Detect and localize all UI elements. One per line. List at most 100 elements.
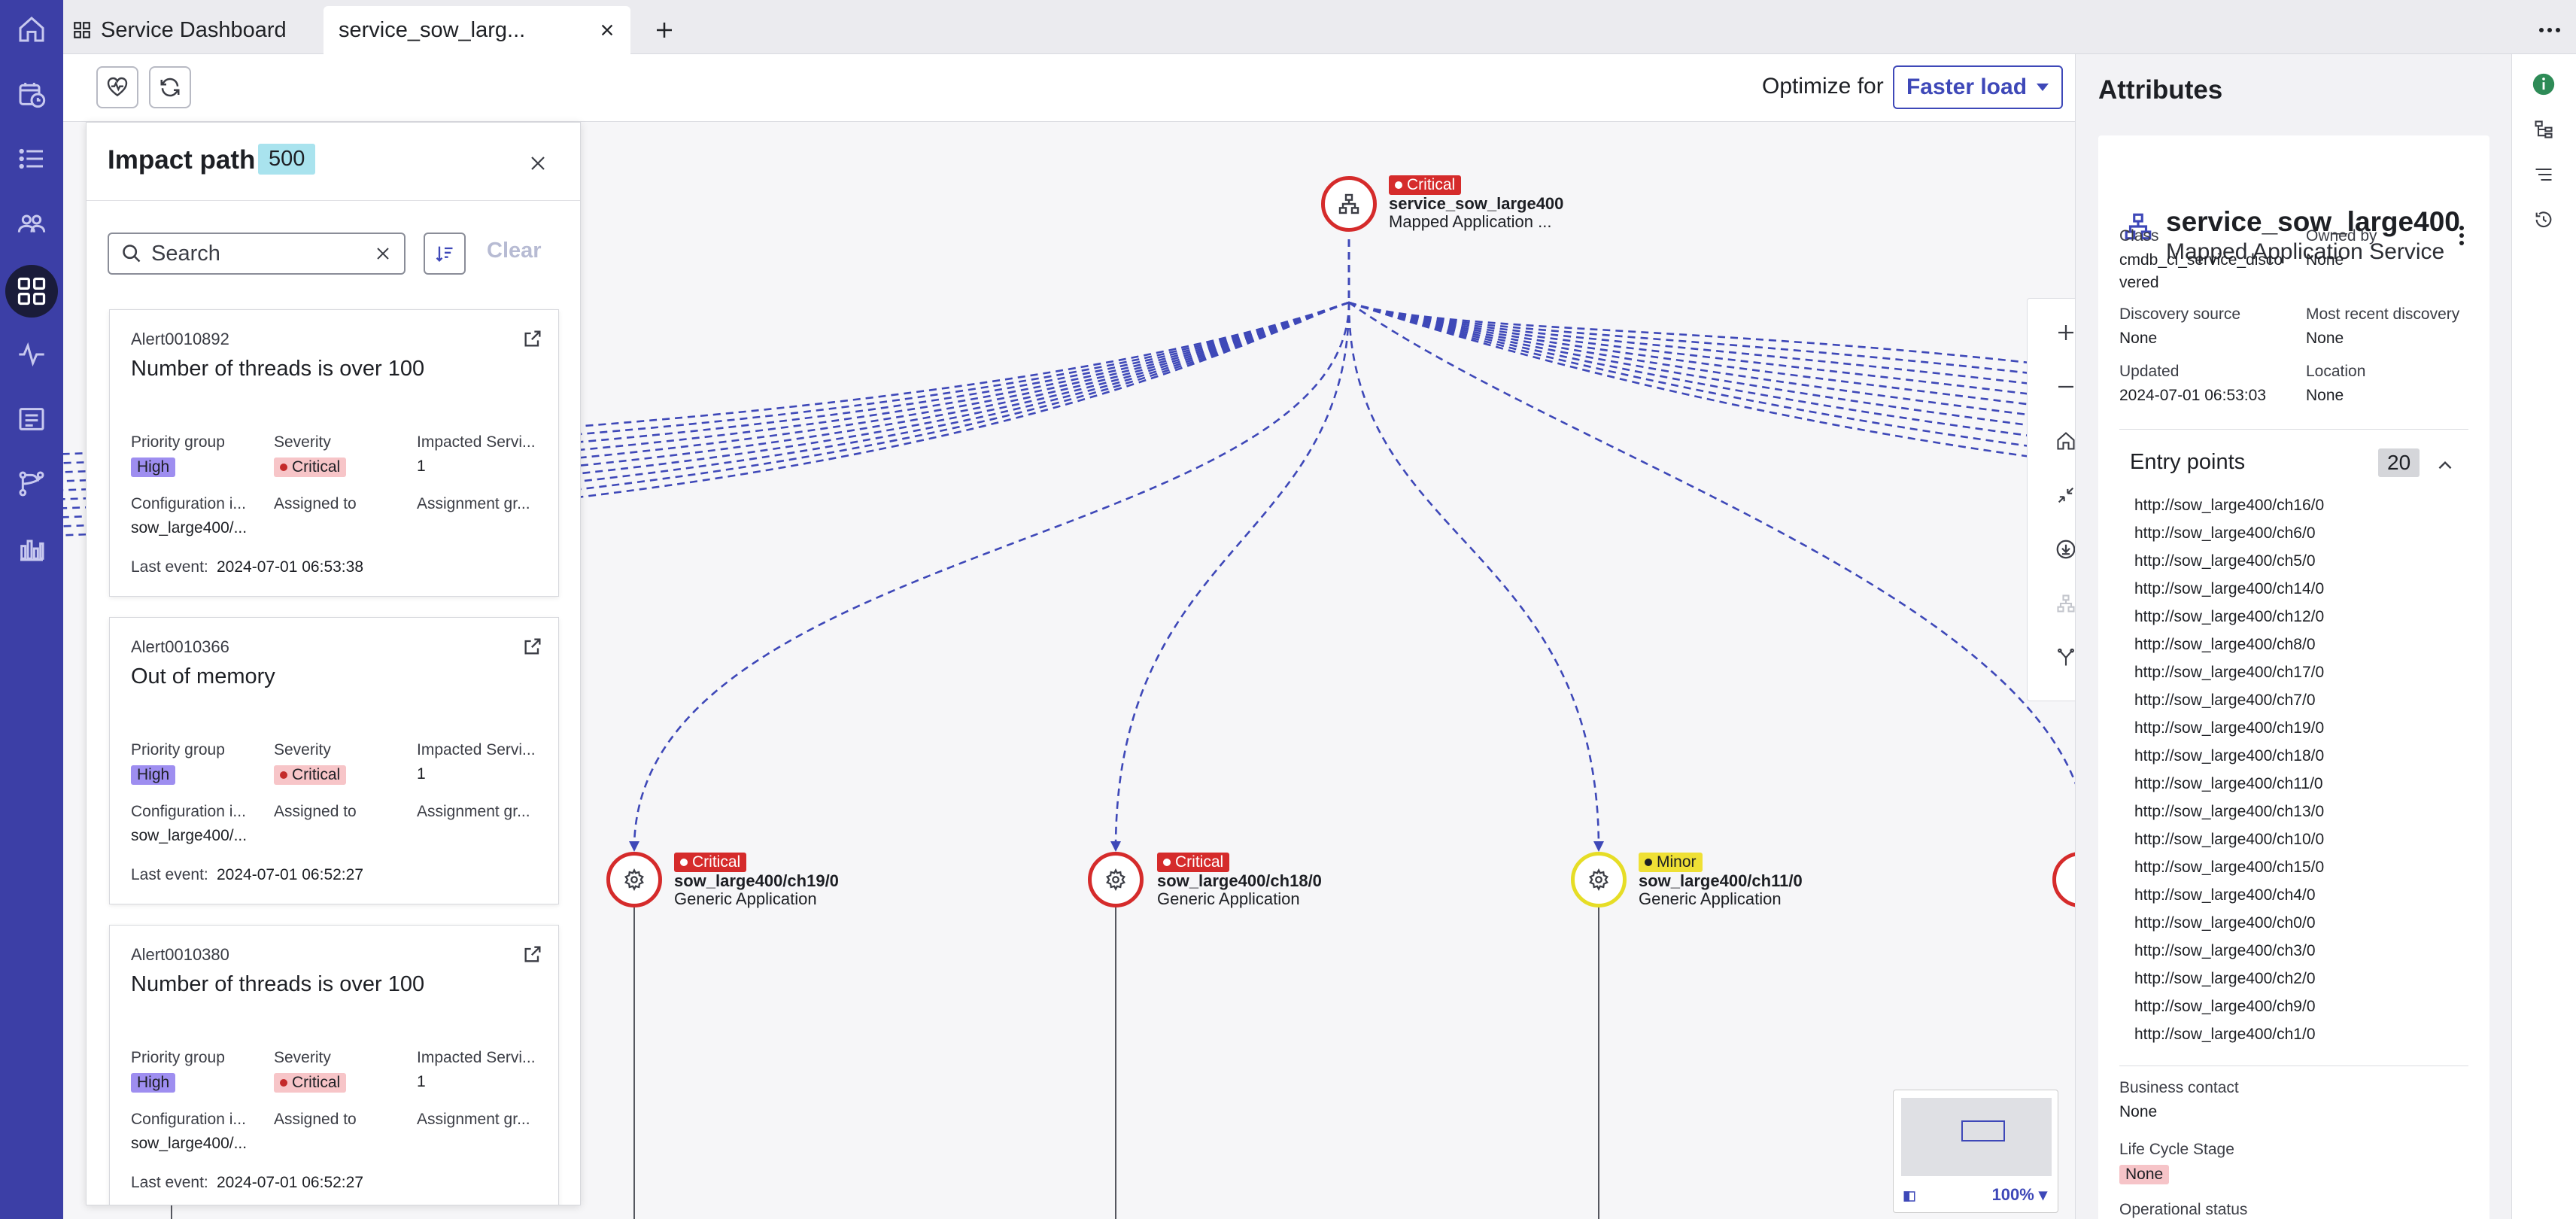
graph-edge	[1348, 301, 2075, 433]
entry-point-link[interactable]: http://sow_large400/ch4/0	[2134, 886, 2316, 904]
business-contact-value: None	[2119, 1103, 2158, 1120]
groups-icon[interactable]	[13, 205, 50, 242]
updated-value: 2024-07-01 06:53:03	[2119, 387, 2266, 404]
report-list-icon[interactable]	[13, 400, 50, 438]
home-icon[interactable]	[13, 11, 50, 48]
entry-point-link[interactable]: http://sow_large400/ch18/0	[2134, 747, 2324, 765]
entry-points-count: 20	[2378, 448, 2420, 477]
child-ch18-severity-badge: Critical	[1157, 853, 1230, 872]
discovery-source-label: Discovery source	[2119, 306, 2241, 323]
entry-point-link[interactable]: http://sow_large400/ch13/0	[2134, 803, 2324, 821]
pulse-icon[interactable]	[13, 336, 50, 373]
map-icon[interactable]	[1903, 1190, 1916, 1203]
owned-by-label: Owned by	[2306, 227, 2377, 245]
root-severity-badge: Critical	[1389, 175, 1462, 195]
edge-arrowhead	[1110, 841, 1121, 852]
alert-card[interactable]: Alert0010380 Number of threads is over 10…	[109, 925, 559, 1205]
entry-point-link[interactable]: http://sow_large400/ch1/0	[2134, 1026, 2316, 1044]
calendar-clock-icon[interactable]	[13, 75, 50, 113]
refresh-button[interactable]	[149, 66, 191, 108]
branch-icon[interactable]	[13, 465, 50, 503]
external-link-icon[interactable]	[522, 328, 543, 349]
close-icon[interactable]	[599, 22, 615, 38]
entry-point-link[interactable]: http://sow_large400/ch12/0	[2134, 608, 2324, 626]
entry-point-link[interactable]: http://sow_large400/ch10/0	[2134, 831, 2324, 849]
alert-title[interactable]: Out of memory	[131, 664, 275, 689]
minimap-zoom-level[interactable]: 100% ▾	[1992, 1185, 2047, 1205]
tab-service-dashboard[interactable]: Service Dashboard	[72, 6, 287, 54]
minimap[interactable]: 100% ▾	[1893, 1090, 2058, 1213]
list-icon[interactable]	[2527, 158, 2560, 191]
fork-icon[interactable]	[2047, 639, 2075, 676]
zoom-in-icon[interactable]	[2047, 314, 2075, 351]
tab-service-sow[interactable]: service_sow_larg...	[324, 6, 630, 54]
search-input[interactable]	[151, 241, 354, 266]
priority-badge: High	[131, 458, 176, 477]
entry-point-link[interactable]: http://sow_large400/ch2/0	[2134, 970, 2316, 988]
optimize-select[interactable]: Faster load	[1893, 65, 2063, 109]
configuration-item-value[interactable]: sow_large400/...	[131, 1135, 247, 1153]
entry-point-link[interactable]: http://sow_large400/ch0/0	[2134, 914, 2316, 932]
root-node[interactable]	[1321, 176, 1377, 232]
hierarchy-icon[interactable]	[2047, 585, 2075, 622]
add-tab-button[interactable]	[653, 6, 676, 54]
child-node-ch19[interactable]	[606, 852, 662, 907]
chevron-up-icon[interactable]	[2435, 456, 2455, 476]
external-link-icon[interactable]	[522, 944, 543, 965]
entry-point-link[interactable]: http://sow_large400/ch9/0	[2134, 998, 2316, 1016]
alert-card[interactable]: Alert0010366 Out of memory Priority group H…	[109, 617, 559, 904]
child-node-ch11[interactable]	[1571, 852, 1627, 907]
graph-edge	[1348, 301, 2075, 401]
entry-point-link[interactable]: http://sow_large400/ch7/0	[2134, 692, 2316, 710]
severity-badge: Critical	[274, 765, 347, 785]
assigned-to-label: Assigned to	[274, 803, 357, 820]
tree-icon[interactable]	[2527, 113, 2560, 146]
configuration-item-value[interactable]: sow_large400/...	[131, 519, 247, 537]
more-menu-button[interactable]	[2538, 6, 2561, 54]
dashboard-icon[interactable]	[5, 265, 58, 318]
bar-chart-icon[interactable]	[13, 530, 50, 567]
search-field[interactable]	[108, 233, 406, 275]
optimize-label: Optimize for	[1762, 74, 1884, 99]
list-icon[interactable]	[13, 140, 50, 178]
health-button[interactable]	[96, 66, 138, 108]
collapse-icon[interactable]	[2047, 476, 2075, 514]
entry-point-link[interactable]: http://sow_large400/ch14/0	[2134, 580, 2324, 598]
minimap-viewport[interactable]	[1961, 1120, 2005, 1141]
entry-point-link[interactable]: http://sow_large400/ch5/0	[2134, 552, 2316, 570]
entry-point-link[interactable]: http://sow_large400/ch11/0	[2134, 775, 2323, 793]
graph-edge	[1348, 301, 2075, 412]
close-icon[interactable]	[524, 150, 551, 177]
entry-point-link[interactable]: http://sow_large400/ch15/0	[2134, 859, 2324, 877]
sort-button[interactable]	[424, 233, 466, 275]
child-node-ch18[interactable]	[1088, 852, 1144, 907]
info-icon[interactable]	[2527, 68, 2560, 101]
clear-search-icon[interactable]	[374, 245, 392, 263]
more-vertical-icon[interactable]	[2458, 224, 2465, 247]
download-icon[interactable]	[2047, 530, 2075, 568]
external-link-icon[interactable]	[522, 636, 543, 657]
owned-by-value: None	[2306, 251, 2344, 269]
entry-point-link[interactable]: http://sow_large400/ch8/0	[2134, 636, 2316, 654]
home-icon[interactable]	[2047, 422, 2075, 460]
graph-edge	[1348, 301, 2075, 369]
graph-edge	[1347, 302, 1600, 850]
alert-title[interactable]: Number of threads is over 100	[131, 357, 424, 382]
clear-button[interactable]: Clear	[487, 239, 542, 263]
entry-point-link[interactable]: http://sow_large400/ch6/0	[2134, 524, 2316, 543]
entry-point-link[interactable]: http://sow_large400/ch19/0	[2134, 719, 2324, 737]
configuration-item-value[interactable]: sow_large400/...	[131, 827, 247, 845]
lifecycle-badge: None	[2119, 1165, 2170, 1184]
entry-point-link[interactable]: http://sow_large400/ch3/0	[2134, 942, 2316, 960]
optimize-select-value: Faster load	[1906, 74, 2028, 99]
zoom-out-icon[interactable]	[2047, 368, 2075, 406]
refresh-icon	[160, 78, 180, 97]
graph-edge	[1348, 301, 2075, 380]
graph-edge	[1348, 301, 2075, 422]
alert-title[interactable]: Number of threads is over 100	[131, 972, 424, 997]
priority-label: Priority group	[131, 433, 225, 451]
entry-point-link[interactable]: http://sow_large400/ch17/0	[2134, 664, 2324, 682]
entry-point-link[interactable]: http://sow_large400/ch16/0	[2134, 497, 2324, 515]
alert-card[interactable]: Alert0010892 Number of threads is over 10…	[109, 309, 559, 597]
history-icon[interactable]	[2527, 203, 2560, 236]
